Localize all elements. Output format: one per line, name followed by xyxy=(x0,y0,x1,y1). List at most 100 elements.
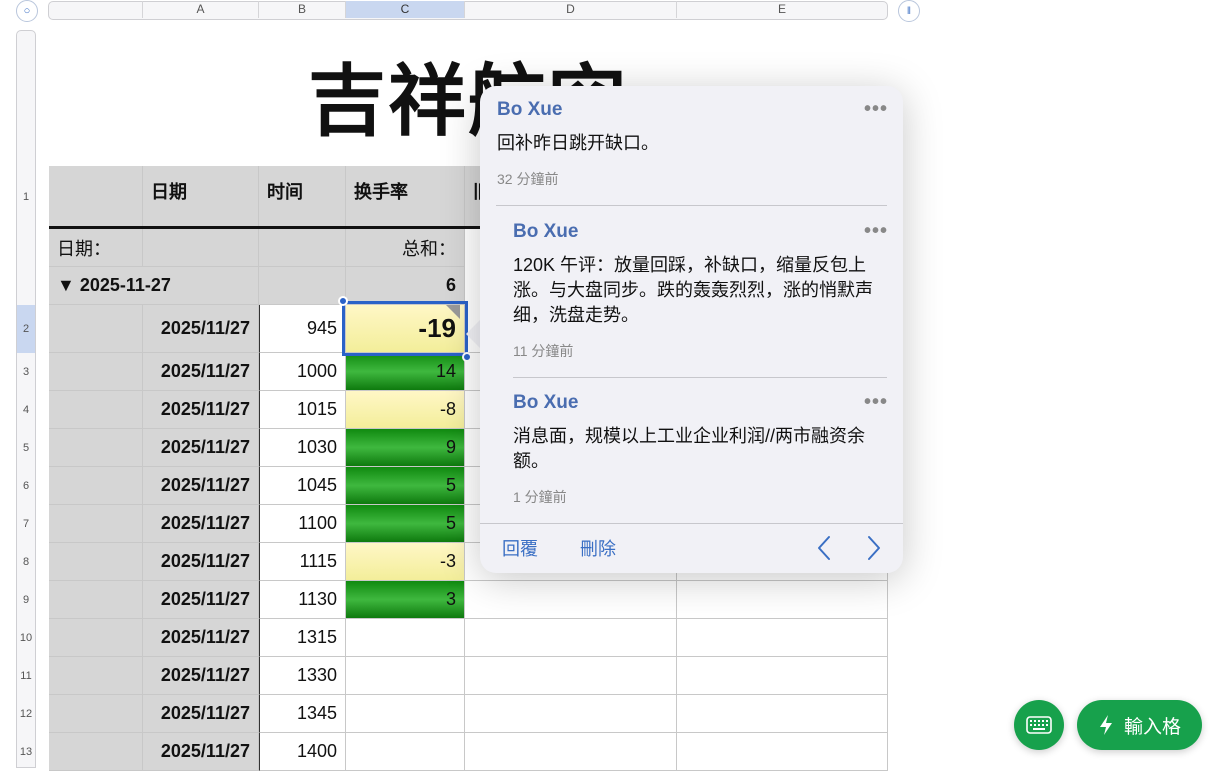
cell-d[interactable] xyxy=(465,657,677,695)
row-blank-cell[interactable] xyxy=(49,467,143,505)
turnover-cell[interactable]: 5 xyxy=(346,505,465,543)
date-cell[interactable]: 2025/11/27 xyxy=(143,467,259,505)
row-blank-cell[interactable] xyxy=(49,429,143,467)
date-cell[interactable]: 2025/11/27 xyxy=(143,543,259,581)
column-header-b[interactable]: B xyxy=(259,1,346,18)
cell-d[interactable] xyxy=(465,581,677,619)
input-cell-button[interactable]: 輸入格 xyxy=(1077,700,1202,750)
sum-label-cell[interactable]: 总和： xyxy=(346,229,465,267)
group-label-blank-1[interactable] xyxy=(143,229,259,267)
more-icon[interactable]: ••• xyxy=(864,220,888,243)
row-header[interactable]: 3 xyxy=(17,353,35,391)
header-cell-blank[interactable] xyxy=(49,166,143,228)
reply-button[interactable]: 回覆 xyxy=(502,535,538,561)
date-cell[interactable]: 2025/11/27 xyxy=(143,353,259,391)
date-cell[interactable]: 2025/11/27 xyxy=(143,581,259,619)
date-cell[interactable]: 2025/11/27 xyxy=(143,391,259,429)
row-header-2[interactable]: 2 xyxy=(17,305,35,353)
time-cell[interactable]: 1000 xyxy=(259,353,346,391)
cell-e[interactable] xyxy=(677,695,888,733)
row-blank-cell[interactable] xyxy=(49,581,143,619)
row-header[interactable]: 4 xyxy=(17,391,35,429)
row-header[interactable]: 6 xyxy=(17,467,35,505)
freeze-columns-button[interactable]: ‖ xyxy=(898,0,920,22)
turnover-cell[interactable]: 5 xyxy=(346,467,465,505)
row-blank-cell[interactable] xyxy=(49,305,143,353)
time-cell[interactable]: 1345 xyxy=(259,695,346,733)
next-comment-button[interactable] xyxy=(866,535,882,566)
time-cell[interactable]: 1015 xyxy=(259,391,346,429)
time-cell[interactable]: 1315 xyxy=(259,619,346,657)
cell-e[interactable] xyxy=(677,657,888,695)
row-blank-cell[interactable] xyxy=(49,695,143,733)
row-header[interactable]: 7 xyxy=(17,505,35,543)
prev-comment-button[interactable] xyxy=(816,535,832,566)
keyboard-button[interactable] xyxy=(1014,700,1064,750)
time-cell[interactable]: 1100 xyxy=(259,505,346,543)
turnover-cell[interactable]: -3 xyxy=(346,543,465,581)
comment-indicator[interactable] xyxy=(446,305,460,319)
selection-handle-bottom[interactable] xyxy=(462,352,472,362)
date-cell[interactable]: 2025/11/27 xyxy=(143,505,259,543)
row-header-1[interactable]: 1 xyxy=(17,166,35,228)
turnover-cell[interactable]: 9 xyxy=(346,429,465,467)
turnover-cell[interactable]: 3 xyxy=(346,581,465,619)
row-blank-cell[interactable] xyxy=(49,657,143,695)
row-header[interactable]: 5 xyxy=(17,429,35,467)
column-header-blank[interactable] xyxy=(49,1,143,18)
row-blank-cell[interactable] xyxy=(49,543,143,581)
row-header[interactable]: 11 xyxy=(17,657,35,695)
row-header[interactable]: 10 xyxy=(17,619,35,657)
select-all-button[interactable]: ○ xyxy=(16,0,38,22)
row-blank-cell[interactable] xyxy=(49,505,143,543)
group-label-blank-2[interactable] xyxy=(259,229,346,267)
date-cell[interactable]: 2025/11/27 xyxy=(143,733,259,771)
header-cell-turnover[interactable]: 换手率 xyxy=(346,166,465,228)
turnover-cell[interactable] xyxy=(346,619,465,657)
cell-e[interactable] xyxy=(677,619,888,657)
cell-d[interactable] xyxy=(465,695,677,733)
time-cell[interactable]: 1045 xyxy=(259,467,346,505)
row-header[interactable]: 8 xyxy=(17,543,35,581)
time-cell[interactable]: 1330 xyxy=(259,657,346,695)
time-cell[interactable]: 1115 xyxy=(259,543,346,581)
group-label-cell[interactable]: 日期： xyxy=(49,229,143,267)
more-icon[interactable]: ••• xyxy=(864,98,888,121)
turnover-cell[interactable] xyxy=(346,733,465,771)
group-row-blank[interactable] xyxy=(259,267,346,305)
turnover-cell[interactable] xyxy=(346,657,465,695)
date-cell[interactable]: 2025/11/27 xyxy=(143,429,259,467)
row-blank-cell[interactable] xyxy=(49,733,143,771)
column-header-d[interactable]: D xyxy=(465,1,677,18)
cell-d[interactable] xyxy=(465,619,677,657)
date-cell[interactable]: 2025/11/27 xyxy=(143,305,259,353)
header-cell-time[interactable]: 时间 xyxy=(259,166,346,228)
date-cell[interactable]: 2025/11/27 xyxy=(143,695,259,733)
header-cell-date[interactable]: 日期 xyxy=(143,166,259,228)
row-blank-cell[interactable] xyxy=(49,353,143,391)
selection-handle-top[interactable] xyxy=(338,296,348,306)
date-cell[interactable]: 2025/11/27 xyxy=(143,657,259,695)
cell-d[interactable] xyxy=(465,733,677,771)
row-blank-cell[interactable] xyxy=(49,391,143,429)
group-sum-value[interactable]: 6 xyxy=(346,267,465,305)
column-header-c[interactable]: C xyxy=(346,1,465,18)
delete-button[interactable]: 刪除 xyxy=(580,535,616,561)
column-header-a[interactable]: A xyxy=(143,1,259,18)
date-cell[interactable]: 2025/11/27 xyxy=(143,619,259,657)
time-cell[interactable]: 1130 xyxy=(259,581,346,619)
turnover-cell[interactable] xyxy=(346,695,465,733)
row-header[interactable]: 13 xyxy=(17,733,35,771)
time-cell[interactable]: 1400 xyxy=(259,733,346,771)
row-header[interactable]: 12 xyxy=(17,695,35,733)
more-icon[interactable]: ••• xyxy=(864,391,888,414)
cell-e[interactable] xyxy=(677,581,888,619)
group-row-label[interactable]: ▼ 2025-11-27 xyxy=(49,267,259,305)
turnover-cell[interactable]: -8 xyxy=(346,391,465,429)
cell-e[interactable] xyxy=(677,733,888,771)
row-header[interactable]: 9 xyxy=(17,581,35,619)
turnover-cell[interactable]: 14 xyxy=(346,353,465,391)
row-blank-cell[interactable] xyxy=(49,619,143,657)
column-header-e[interactable]: E xyxy=(677,1,887,18)
time-cell[interactable]: 945 xyxy=(259,305,346,353)
